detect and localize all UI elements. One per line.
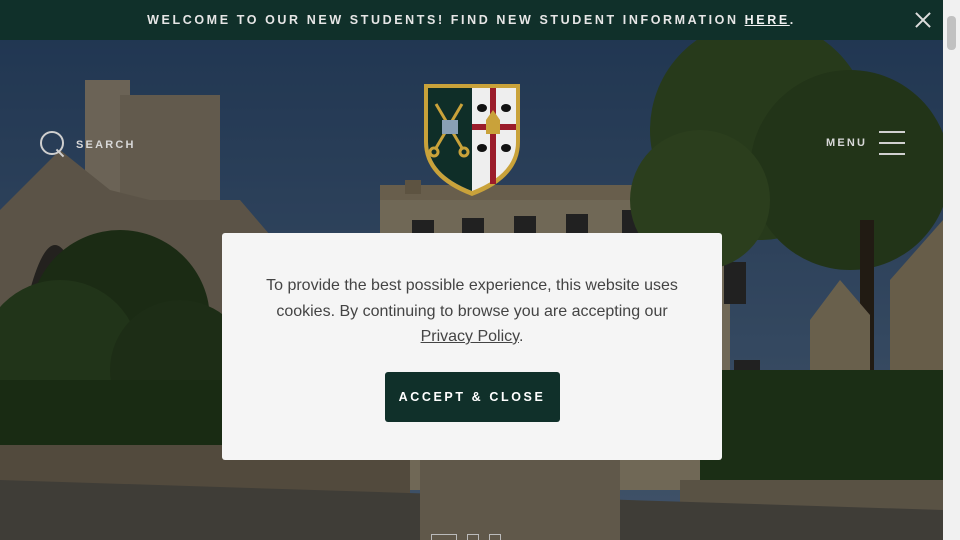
announcement-bar: WELCOME TO OUR NEW STUDENTS! FIND NEW ST… [0, 0, 943, 40]
menu-label: MENU [826, 137, 868, 149]
search-button[interactable]: SEARCH [40, 131, 136, 159]
slider-indicator[interactable] [431, 534, 457, 540]
accept-close-button[interactable]: ACCEPT & CLOSE [384, 371, 560, 422]
cookie-message-tail: . [518, 328, 524, 345]
privacy-policy-link[interactable]: Privacy Policy [421, 328, 519, 345]
slider-indicators [431, 534, 501, 540]
hamburger-icon [879, 130, 906, 156]
close-icon[interactable] [913, 10, 933, 30]
search-icon [40, 131, 68, 159]
search-label: SEARCH [76, 139, 136, 151]
announcement-link[interactable]: HERE [745, 13, 790, 27]
cookie-message-text: To provide the best possible experience,… [266, 277, 678, 320]
scrollbar-thumb[interactable] [947, 16, 956, 50]
menu-button[interactable]: MENU [826, 130, 906, 156]
college-crest-logo[interactable] [420, 80, 524, 198]
slider-indicator[interactable] [467, 534, 479, 540]
announcement-tail: . [789, 13, 796, 27]
slider-indicator[interactable] [489, 534, 501, 540]
cookie-message: To provide the best possible experience,… [257, 273, 687, 350]
cookie-consent-dialog: To provide the best possible experience,… [222, 233, 722, 460]
page-scrollbar[interactable] [943, 0, 960, 540]
announcement-text: WELCOME TO OUR NEW STUDENTS! FIND NEW ST… [147, 13, 739, 27]
